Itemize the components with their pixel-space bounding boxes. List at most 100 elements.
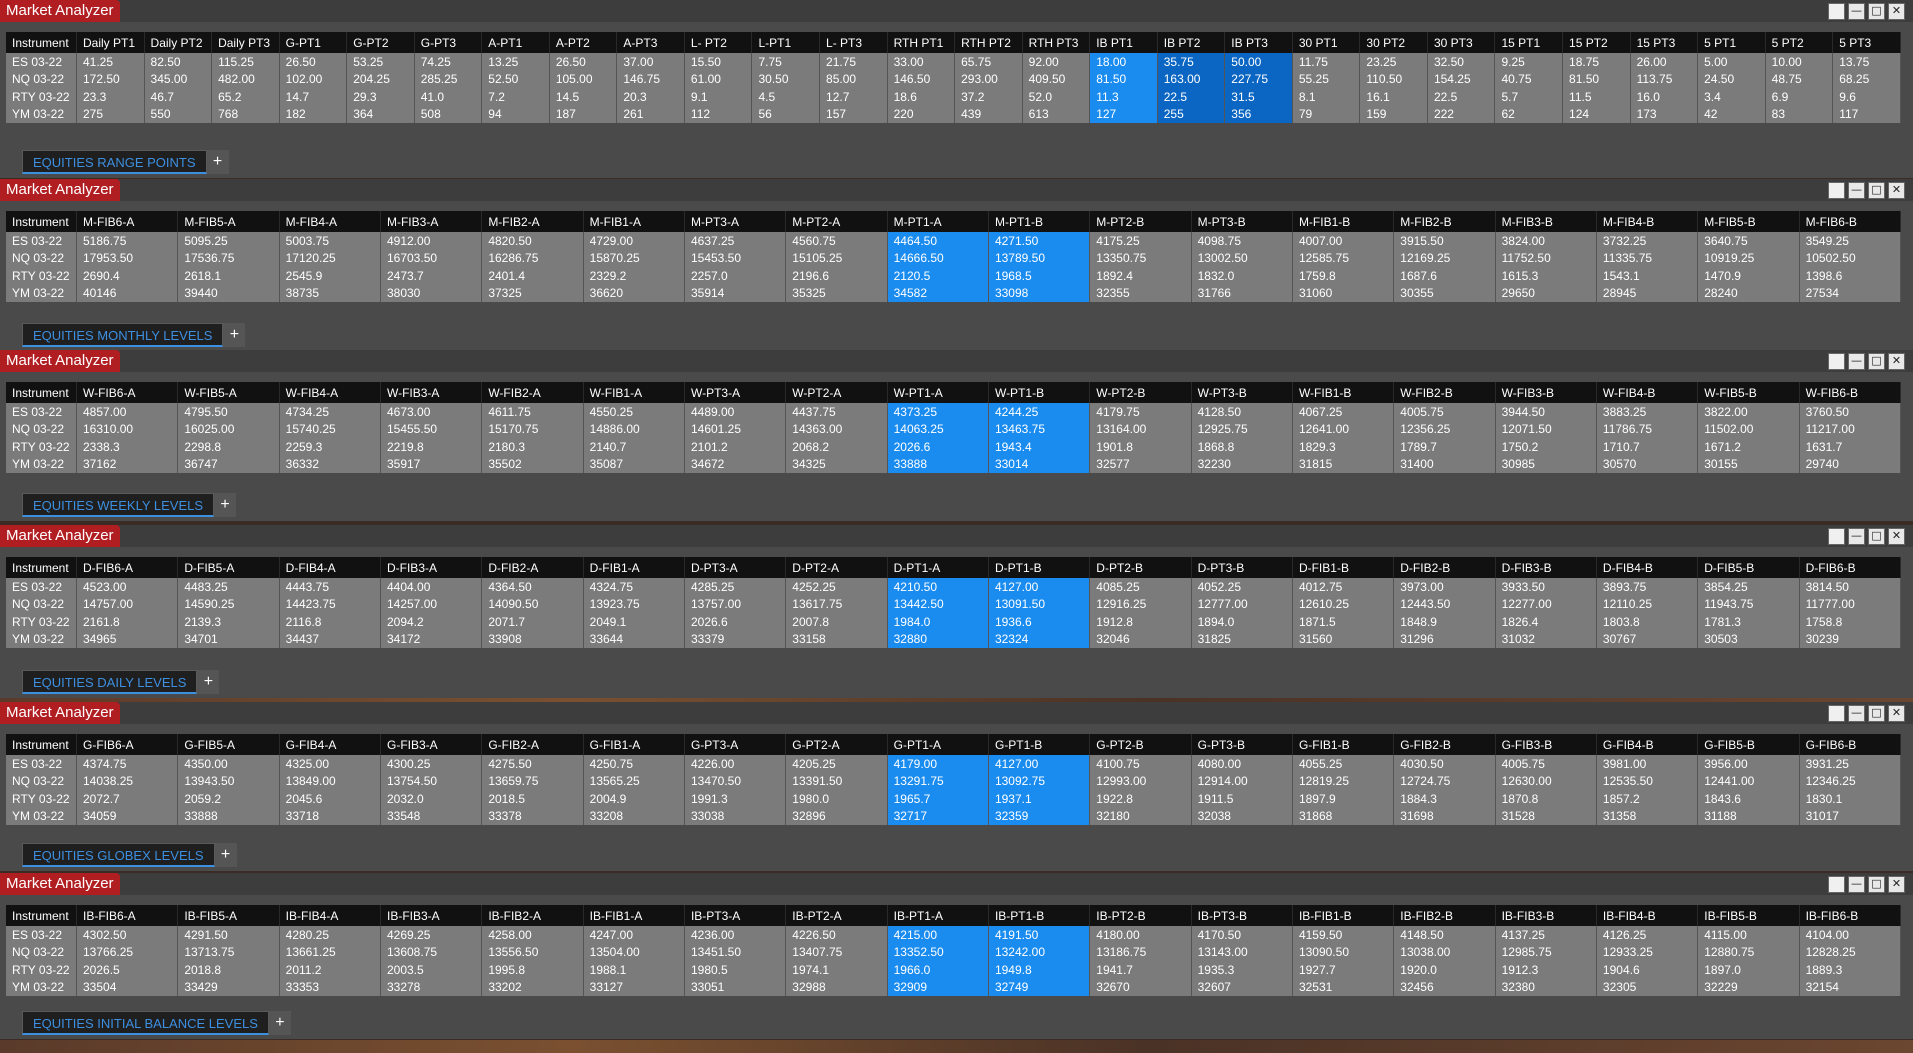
- column-header[interactable]: W-FIB5-A: [177, 382, 280, 403]
- panel-tab[interactable]: EQUITIES MONTHLY LEVELS: [22, 323, 224, 347]
- value-cell[interactable]: 14601.25: [684, 420, 787, 438]
- column-header[interactable]: D-FIB2-B: [1393, 557, 1496, 578]
- value-cell[interactable]: 4437.75: [785, 403, 888, 421]
- instrument-cell[interactable]: RTY 03-22: [6, 438, 77, 456]
- value-cell[interactable]: 2094.2: [380, 613, 483, 631]
- value-cell[interactable]: 32230: [1191, 455, 1293, 473]
- column-header-instrument[interactable]: Instrument: [6, 905, 77, 926]
- close-button[interactable]: ✕: [1888, 528, 1905, 545]
- value-cell[interactable]: 65.75: [954, 53, 1023, 71]
- value-cell[interactable]: 12993.00: [1089, 772, 1192, 790]
- value-cell[interactable]: 5.00: [1697, 53, 1766, 71]
- value-cell[interactable]: 7.2: [481, 88, 550, 106]
- value-cell[interactable]: 33644: [583, 630, 685, 648]
- column-header[interactable]: D-FIB4-B: [1596, 557, 1699, 578]
- instrument-cell[interactable]: YM 03-22: [6, 978, 77, 996]
- instrument-cell[interactable]: NQ 03-22: [6, 943, 77, 961]
- column-header[interactable]: IB-PT3-B: [1191, 905, 1293, 926]
- value-cell[interactable]: 26.50: [549, 53, 618, 71]
- value-cell[interactable]: 26.50: [279, 53, 348, 71]
- table-row[interactable]: YM 03-22 34965 34701 34437 34172 33908 33644 33…: [6, 630, 1902, 648]
- column-header[interactable]: IB-FIB6-B: [1799, 905, 1902, 926]
- value-cell[interactable]: 33038: [684, 807, 787, 825]
- value-cell[interactable]: 4244.25: [988, 403, 1091, 421]
- value-cell[interactable]: 11.75: [1292, 53, 1361, 71]
- value-cell[interactable]: 4275.50: [481, 755, 584, 773]
- column-header[interactable]: Daily PT1: [76, 32, 145, 53]
- value-cell[interactable]: 32355: [1089, 284, 1192, 302]
- value-cell[interactable]: 14.7: [279, 88, 348, 106]
- value-cell[interactable]: 159: [1359, 105, 1428, 123]
- column-header[interactable]: D-PT2-A: [785, 557, 888, 578]
- column-header[interactable]: IB-FIB5-B: [1697, 905, 1800, 926]
- value-cell[interactable]: 1687.6: [1393, 267, 1496, 285]
- value-cell[interactable]: 2196.6: [785, 267, 888, 285]
- value-cell[interactable]: 4302.50: [76, 926, 179, 944]
- value-cell[interactable]: 37325: [481, 284, 584, 302]
- value-cell[interactable]: 39440: [177, 284, 280, 302]
- column-header[interactable]: G-PT3-B: [1191, 734, 1293, 755]
- column-header[interactable]: W-PT2-B: [1089, 382, 1192, 403]
- value-cell[interactable]: 4.5: [751, 88, 821, 106]
- value-cell[interactable]: 33014: [988, 455, 1091, 473]
- column-header[interactable]: G-FIB3-A: [380, 734, 483, 755]
- column-header[interactable]: M-FIB1-B: [1292, 211, 1395, 232]
- value-cell[interactable]: 4350.00: [177, 755, 280, 773]
- value-cell[interactable]: 3973.00: [1393, 578, 1496, 596]
- value-cell[interactable]: 9.1: [684, 88, 753, 106]
- value-cell[interactable]: 1830.1: [1799, 790, 1902, 808]
- value-cell[interactable]: 1911.5: [1191, 790, 1293, 808]
- column-header[interactable]: M-PT3-A: [684, 211, 787, 232]
- value-cell[interactable]: 4325.00: [279, 755, 381, 773]
- value-cell[interactable]: 2071.7: [481, 613, 584, 631]
- value-cell[interactable]: 15170.75: [481, 420, 584, 438]
- value-cell[interactable]: 13038.00: [1393, 943, 1496, 961]
- value-cell[interactable]: 4404.00: [380, 578, 483, 596]
- value-cell[interactable]: 36620: [583, 284, 685, 302]
- value-cell[interactable]: 28945: [1596, 284, 1699, 302]
- value-cell[interactable]: 33353: [279, 978, 381, 996]
- value-cell[interactable]: 4180.00: [1089, 926, 1192, 944]
- value-cell[interactable]: 1848.9: [1393, 613, 1496, 631]
- value-cell[interactable]: 6.9: [1765, 88, 1834, 106]
- value-cell[interactable]: 1870.8: [1495, 790, 1597, 808]
- value-cell[interactable]: 4560.75: [785, 232, 888, 250]
- column-header-instrument[interactable]: Instrument: [6, 557, 77, 578]
- value-cell[interactable]: 4080.00: [1191, 755, 1293, 773]
- column-header[interactable]: G-PT3-A: [684, 734, 787, 755]
- value-cell[interactable]: 4857.00: [76, 403, 179, 421]
- value-cell[interactable]: 1710.7: [1596, 438, 1699, 456]
- value-cell[interactable]: 12828.25: [1799, 943, 1902, 961]
- value-cell[interactable]: 3824.00: [1495, 232, 1597, 250]
- column-header[interactable]: D-FIB5-A: [177, 557, 280, 578]
- value-cell[interactable]: 12880.75: [1697, 943, 1800, 961]
- value-cell[interactable]: 2018.8: [177, 961, 280, 979]
- value-cell[interactable]: 34672: [684, 455, 787, 473]
- value-cell[interactable]: 79: [1292, 105, 1361, 123]
- value-cell[interactable]: 117: [1832, 105, 1901, 123]
- instrument-cell[interactable]: NQ 03-22: [6, 420, 77, 438]
- value-cell[interactable]: 2259.3: [279, 438, 381, 456]
- table-row[interactable]: ES 03-22 4302.50 4291.50 4280.25 4269.25 4258…: [6, 926, 1902, 944]
- value-cell[interactable]: 4115.00: [1697, 926, 1800, 944]
- value-cell[interactable]: 4127.00: [988, 755, 1091, 773]
- value-cell[interactable]: 31868: [1292, 807, 1395, 825]
- value-cell[interactable]: 31188: [1697, 807, 1800, 825]
- value-cell[interactable]: 1974.1: [785, 961, 888, 979]
- column-header[interactable]: 5 PT1: [1697, 32, 1766, 53]
- value-cell[interactable]: 1789.7: [1393, 438, 1496, 456]
- value-cell[interactable]: 1889.3: [1799, 961, 1902, 979]
- value-cell[interactable]: 4098.75: [1191, 232, 1293, 250]
- value-cell[interactable]: 12071.50: [1495, 420, 1597, 438]
- value-cell[interactable]: 22.5: [1427, 88, 1496, 106]
- value-cell[interactable]: 1912.3: [1495, 961, 1597, 979]
- value-cell[interactable]: 13442.50: [887, 595, 989, 613]
- value-cell[interactable]: 23.25: [1359, 53, 1428, 71]
- instrument-cell[interactable]: NQ 03-22: [6, 249, 77, 267]
- value-cell[interactable]: 74.25: [414, 53, 483, 71]
- column-header[interactable]: W-FIB6-B: [1799, 382, 1902, 403]
- value-cell[interactable]: 482.00: [211, 70, 280, 88]
- value-cell[interactable]: 13242.00: [988, 943, 1091, 961]
- value-cell[interactable]: 4085.25: [1089, 578, 1192, 596]
- value-cell[interactable]: 38030: [380, 284, 483, 302]
